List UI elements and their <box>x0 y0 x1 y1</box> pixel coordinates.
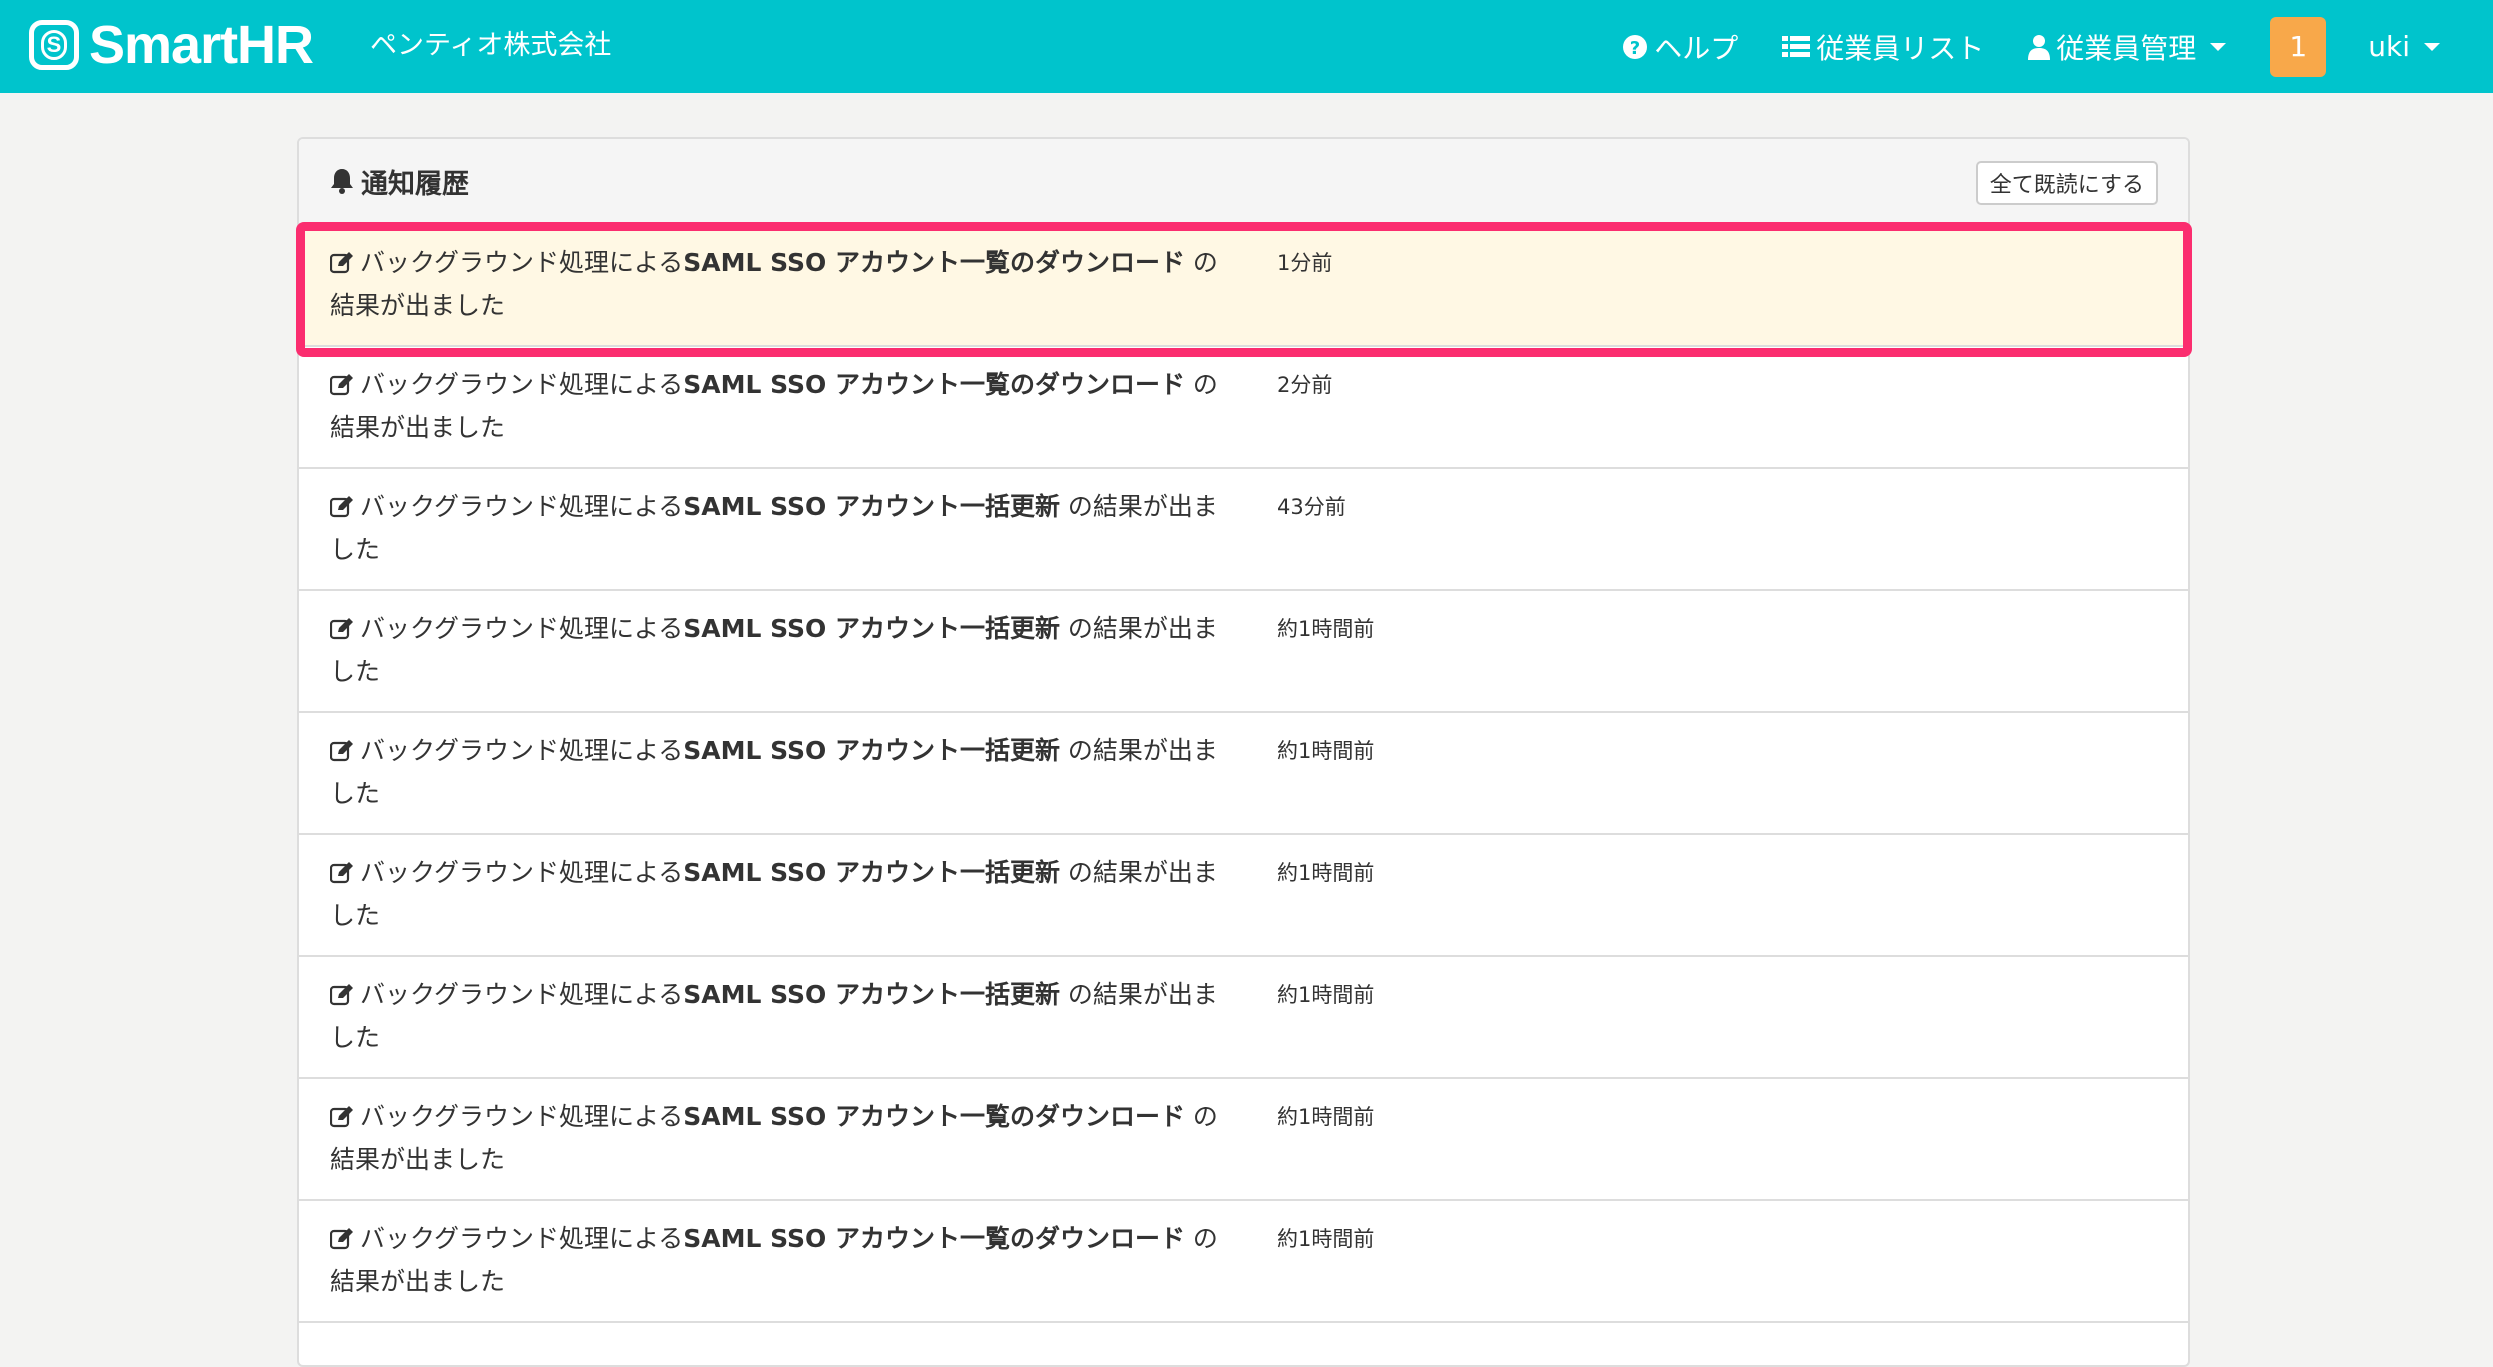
notification-timestamp: 約1時間前 <box>1277 1227 1375 1251</box>
chevron-down-icon <box>2210 42 2227 51</box>
notification-task-name: SAML SSO アカウント一括更新 <box>683 492 1060 521</box>
notification-message[interactable]: バックグラウンド処理によるSAML SSO アカウント一覧のダウンロード の結果… <box>329 1219 1230 1302</box>
notification-message[interactable]: バックグラウンド処理によるSAML SSO アカウント一括更新 の結果が出ました <box>329 731 1230 814</box>
notification-prefix: バックグラウンド処理による <box>360 736 684 765</box>
notification-message[interactable]: バックグラウンド処理によるSAML SSO アカウント一括更新 の結果が出ました <box>329 487 1230 570</box>
employee-list-link[interactable]: 従業員リスト <box>1782 27 1984 67</box>
panel-title: 通知履歴 <box>329 139 469 223</box>
logo-mark-letter: S <box>41 30 67 60</box>
company-name: ペンティオ株式会社 <box>370 30 612 61</box>
user-name: uki <box>2368 30 2410 63</box>
notification-row[interactable]: バックグラウンド処理によるSAML SSO アカウント一覧のダウンロード の結果… <box>299 1079 2188 1201</box>
bell-icon <box>331 169 353 194</box>
notification-prefix: バックグラウンド処理による <box>360 980 684 1009</box>
notification-list: バックグラウンド処理によるSAML SSO アカウント一覧のダウンロード の結果… <box>299 225 2188 1323</box>
notification-row[interactable]: バックグラウンド処理によるSAML SSO アカウント一括更新 の結果が出ました… <box>299 469 2188 591</box>
notification-task-name: SAML SSO アカウント一括更新 <box>683 980 1060 1009</box>
edit-icon <box>329 978 354 1018</box>
notification-timestamp: 2分前 <box>1277 373 1333 397</box>
edit-icon <box>329 368 354 408</box>
notification-timestamp: 約1時間前 <box>1277 861 1375 885</box>
notification-task-name: SAML SSO アカウント一覧のダウンロード <box>683 1102 1185 1131</box>
notification-message[interactable]: バックグラウンド処理によるSAML SSO アカウント一括更新 の結果が出ました <box>329 853 1230 936</box>
notification-row[interactable]: バックグラウンド処理によるSAML SSO アカウント一覧のダウンロード の結果… <box>299 347 2188 469</box>
edit-icon <box>329 612 354 652</box>
logo-text: SmartHR <box>89 15 314 75</box>
notification-task-name: SAML SSO アカウント一括更新 <box>683 736 1060 765</box>
employee-management-dropdown[interactable]: 従業員管理 <box>2028 27 2227 67</box>
chevron-down-icon <box>2424 42 2440 51</box>
notification-timestamp: 約1時間前 <box>1277 739 1375 763</box>
employee-management-label: 従業員管理 <box>2056 31 2197 65</box>
edit-icon <box>329 734 354 774</box>
edit-icon <box>329 490 354 530</box>
notification-message[interactable]: バックグラウンド処理によるSAML SSO アカウント一覧のダウンロード の結果… <box>329 1097 1230 1180</box>
notification-prefix: バックグラウンド処理による <box>360 614 684 643</box>
notification-timestamp: 約1時間前 <box>1277 983 1375 1007</box>
notification-row[interactable]: バックグラウンド処理によるSAML SSO アカウント一括更新 の結果が出ました… <box>299 957 2188 1079</box>
notification-prefix: バックグラウンド処理による <box>360 492 684 521</box>
mark-all-read-button[interactable]: 全て既読にする <box>1975 161 2158 205</box>
highlight-annotation <box>296 222 2192 357</box>
employee-list-label: 従業員リスト <box>1816 31 1985 65</box>
notification-message[interactable]: バックグラウンド処理によるSAML SSO アカウント一括更新 の結果が出ました <box>329 975 1230 1058</box>
notification-timestamp: 約1時間前 <box>1277 1105 1375 1129</box>
notification-row[interactable]: バックグラウンド処理によるSAML SSO アカウント一括更新 の結果が出ました… <box>299 591 2188 713</box>
notification-prefix: バックグラウンド処理による <box>360 1102 684 1131</box>
edit-icon <box>329 1100 354 1140</box>
top-navbar: S SmartHR ペンティオ株式会社 ? ヘルプ 従業員リスト 従業員管理 1… <box>0 0 2493 93</box>
user-menu-dropdown[interactable]: uki <box>2368 30 2440 63</box>
notification-row[interactable]: バックグラウンド処理によるSAML SSO アカウント一括更新 の結果が出ました… <box>299 713 2188 835</box>
notification-prefix: バックグラウンド処理による <box>360 370 684 399</box>
panel-header: 通知履歴 全て既読にする <box>299 139 2188 225</box>
panel-title-text: 通知履歴 <box>361 168 469 200</box>
notification-task-name: SAML SSO アカウント一括更新 <box>683 858 1060 887</box>
notification-timestamp: 約1時間前 <box>1277 617 1375 641</box>
notification-prefix: バックグラウンド処理による <box>360 858 684 887</box>
help-link[interactable]: ? ヘルプ <box>1622 27 1738 67</box>
notification-row[interactable]: バックグラウンド処理によるSAML SSO アカウント一括更新 の結果が出ました… <box>299 835 2188 957</box>
edit-icon <box>329 856 354 896</box>
smarthr-logo-icon: S <box>29 20 79 70</box>
notification-badge[interactable]: 1 <box>2270 16 2327 77</box>
user-icon <box>2028 34 2051 60</box>
notification-row[interactable]: バックグラウンド処理によるSAML SSO アカウント一覧のダウンロード の結果… <box>299 1201 2188 1323</box>
list-icon <box>1782 35 1811 57</box>
notification-prefix: バックグラウンド処理による <box>360 1224 684 1253</box>
notification-timestamp: 43分前 <box>1277 495 1346 519</box>
notification-task-name: SAML SSO アカウント一括更新 <box>683 614 1060 643</box>
edit-icon <box>329 1222 354 1262</box>
smarthr-logo[interactable]: S SmartHR <box>29 15 314 75</box>
notification-task-name: SAML SSO アカウント一覧のダウンロード <box>683 370 1185 399</box>
svg-text:?: ? <box>1630 38 1640 59</box>
question-circle-icon: ? <box>1623 34 1648 59</box>
notification-task-name: SAML SSO アカウント一覧のダウンロード <box>683 1224 1185 1253</box>
notification-message[interactable]: バックグラウンド処理によるSAML SSO アカウント一覧のダウンロード の結果… <box>329 365 1230 448</box>
notification-message[interactable]: バックグラウンド処理によるSAML SSO アカウント一括更新 の結果が出ました <box>329 609 1230 692</box>
help-label: ヘルプ <box>1654 31 1739 65</box>
